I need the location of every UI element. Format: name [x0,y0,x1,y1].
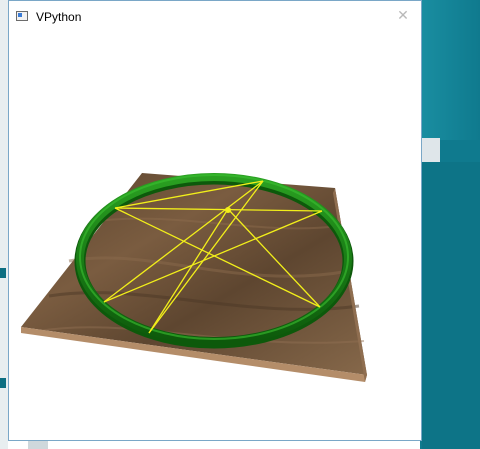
vpython-canvas[interactable] [9,31,421,440]
desktop-taskbar-fragment [28,440,48,449]
title-bar[interactable]: VPython ✕ [9,1,421,31]
scene-3d [21,173,367,382]
desktop-background-top [420,0,480,140]
desktop-background-lower [422,162,480,449]
yellow-marker-dot [225,207,231,213]
desktop-left-mark [0,268,6,278]
close-icon[interactable]: ✕ [395,7,411,23]
vpython-window: VPython ✕ [8,0,422,441]
desktop-window-edge [420,138,440,162]
app-window-icon [16,11,28,21]
window-title: VPython [36,10,82,24]
desktop-left-mark [0,378,6,388]
